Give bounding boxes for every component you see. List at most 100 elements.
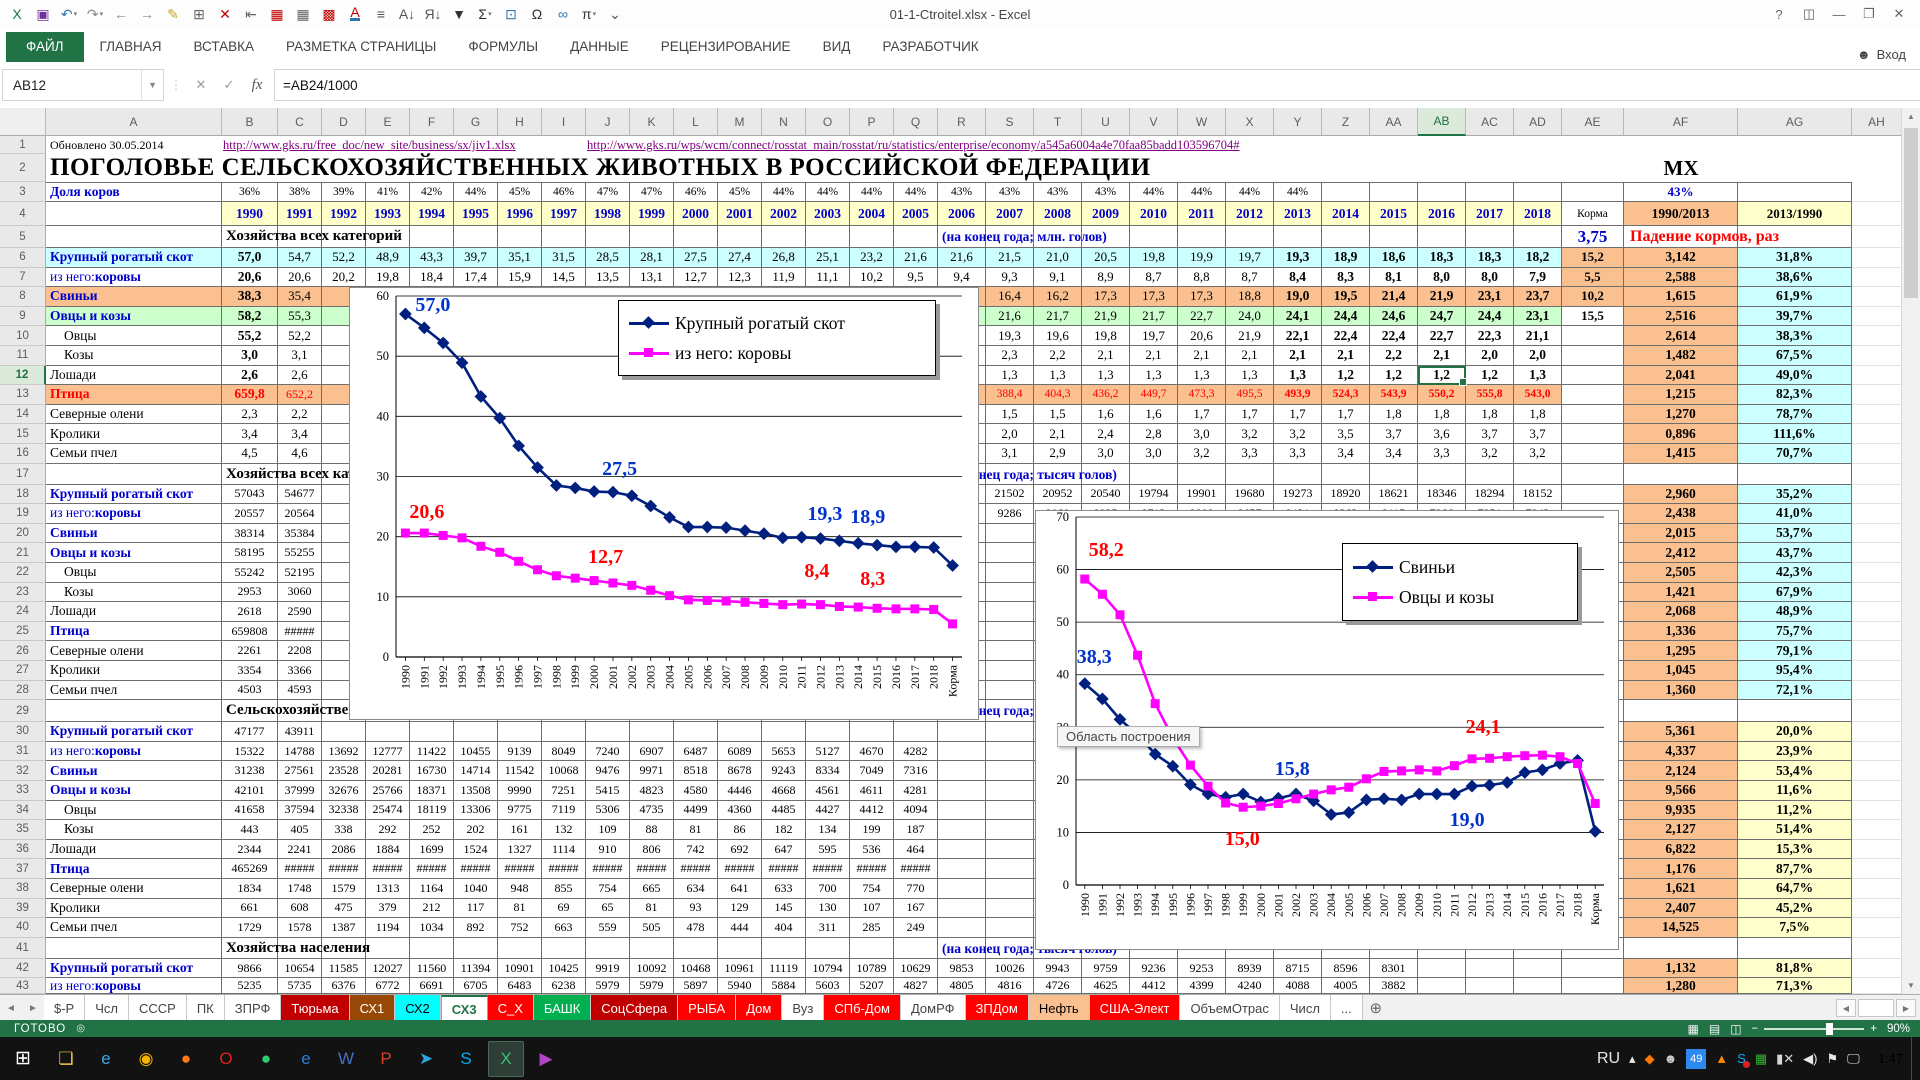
- cell[interactable]: 14714: [454, 761, 498, 781]
- cell[interactable]: 95,4%: [1738, 661, 1852, 681]
- cell[interactable]: 4805: [938, 978, 986, 994]
- cell[interactable]: 24,4: [1322, 307, 1370, 327]
- row-label[interactable]: Лошади: [46, 366, 222, 386]
- zoom-level[interactable]: 90%: [1887, 1023, 1910, 1035]
- cell[interactable]: 4485: [762, 801, 806, 821]
- row-label[interactable]: Свиньи: [46, 524, 222, 544]
- source-link-2[interactable]: http://www.gks.ru/wps/wcm/connect/rossta…: [587, 138, 1240, 153]
- cell[interactable]: 436,2: [1082, 385, 1130, 405]
- sheet-tab-БАШК[interactable]: БАШК: [534, 995, 591, 1021]
- cell[interactable]: 10,2: [1562, 287, 1624, 307]
- cell[interactable]: 9476: [586, 761, 630, 781]
- cell[interactable]: [1514, 182, 1562, 202]
- row-label[interactable]: Семьи пчел: [46, 918, 222, 938]
- cell[interactable]: 19,5: [1322, 287, 1370, 307]
- cell[interactable]: 10068: [542, 761, 586, 781]
- cell[interactable]: #####: [850, 859, 894, 879]
- cell[interactable]: 37594: [278, 801, 322, 821]
- cell[interactable]: 18,4: [410, 268, 454, 288]
- cell[interactable]: 2,407: [1624, 899, 1738, 919]
- cell[interactable]: [894, 226, 938, 248]
- cell[interactable]: 64,7%: [1738, 879, 1852, 899]
- cell[interactable]: 25474: [366, 801, 410, 821]
- cell[interactable]: 4281: [894, 781, 938, 801]
- cell[interactable]: 2,1: [1082, 346, 1130, 366]
- cell[interactable]: 75,7%: [1738, 622, 1852, 642]
- cell[interactable]: 134: [806, 820, 850, 840]
- explorer-icon[interactable]: ❏: [48, 1041, 84, 1077]
- cell[interactable]: 202: [454, 820, 498, 840]
- cell[interactable]: [938, 820, 986, 840]
- cell[interactable]: 4412: [850, 801, 894, 821]
- cell[interactable]: 1834: [222, 879, 278, 899]
- row-number-1[interactable]: 1: [0, 136, 46, 154]
- row-label[interactable]: Северные олени: [46, 641, 222, 661]
- cell[interactable]: 47%: [586, 182, 630, 202]
- year-header[interactable]: 2000: [674, 202, 718, 226]
- cell[interactable]: 72,1%: [1738, 681, 1852, 701]
- cell[interactable]: 2,1: [1418, 346, 1466, 366]
- row-label[interactable]: Овцы и козы: [46, 781, 222, 801]
- row-number-34[interactable]: 34: [0, 801, 46, 821]
- cell[interactable]: #####: [278, 859, 322, 879]
- cell[interactable]: 2,1: [1178, 346, 1226, 366]
- cell[interactable]: [1562, 444, 1624, 464]
- cell[interactable]: [1562, 346, 1624, 366]
- cell[interactable]: 161: [498, 820, 542, 840]
- cell[interactable]: 10092: [630, 959, 674, 979]
- cell[interactable]: [1852, 622, 1902, 642]
- cell[interactable]: 19680: [1226, 485, 1274, 505]
- cell[interactable]: [850, 722, 894, 742]
- calendar-49-icon[interactable]: 49: [1686, 1049, 1706, 1069]
- cell[interactable]: 770: [894, 879, 938, 899]
- cell[interactable]: 43%: [938, 182, 986, 202]
- cell[interactable]: 9,5: [894, 268, 938, 288]
- cell[interactable]: 10026: [986, 959, 1034, 979]
- cell[interactable]: 550,2: [1418, 385, 1466, 405]
- cell[interactable]: 1,8: [1370, 405, 1418, 425]
- cell[interactable]: 58,2: [222, 307, 278, 327]
- ribbon-tab-разметка страницы[interactable]: РАЗМЕТКА СТРАНИЦЫ: [270, 32, 452, 62]
- cell[interactable]: 2953: [222, 583, 278, 603]
- cell[interactable]: 11542: [498, 761, 542, 781]
- cell[interactable]: 633: [762, 879, 806, 899]
- cell[interactable]: [1274, 226, 1322, 248]
- cell[interactable]: [1274, 464, 1322, 485]
- cell[interactable]: 4240: [1226, 978, 1274, 994]
- year-header[interactable]: 2017: [1466, 202, 1514, 226]
- year-header[interactable]: 2002: [762, 202, 806, 226]
- year-header[interactable]: 1992: [322, 202, 366, 226]
- cell[interactable]: 9236: [1130, 959, 1178, 979]
- cell[interactable]: [986, 661, 1034, 681]
- cell[interactable]: 1034: [410, 918, 454, 938]
- cell[interactable]: [1466, 226, 1514, 248]
- cell[interactable]: #####: [762, 859, 806, 879]
- cell[interactable]: 88: [630, 820, 674, 840]
- cell[interactable]: 9,3: [986, 268, 1034, 288]
- cell[interactable]: 53,7%: [1738, 524, 1852, 544]
- cell[interactable]: 11119: [762, 959, 806, 979]
- cell[interactable]: 31,8%: [1738, 248, 1852, 268]
- cell[interactable]: 1,3: [986, 366, 1034, 386]
- cell[interactable]: 71,3%: [1738, 978, 1852, 994]
- cell[interactable]: 53,4%: [1738, 761, 1852, 781]
- cell[interactable]: 199: [850, 820, 894, 840]
- cell[interactable]: 11,9: [762, 268, 806, 288]
- sheet-tab-Тюрьма[interactable]: Тюрьма: [281, 995, 349, 1021]
- cell[interactable]: 4561: [806, 781, 850, 801]
- cell[interactable]: 11422: [410, 742, 454, 762]
- page-break-icon[interactable]: ◫: [1730, 1022, 1741, 1036]
- clear-table-icon[interactable]: ▩: [316, 3, 342, 25]
- row-number-16[interactable]: 16: [0, 444, 46, 464]
- cell[interactable]: 20,5: [1082, 248, 1130, 268]
- cell[interactable]: 9253: [1178, 959, 1226, 979]
- cell[interactable]: [1852, 405, 1902, 425]
- cell[interactable]: 443: [222, 820, 278, 840]
- cell[interactable]: 464: [894, 840, 938, 860]
- year-header[interactable]: 2013: [1274, 202, 1322, 226]
- cell[interactable]: 132: [542, 820, 586, 840]
- cell[interactable]: 1,7: [1322, 405, 1370, 425]
- column-header-U[interactable]: U: [1082, 108, 1130, 136]
- row-number-5[interactable]: 5: [0, 226, 46, 248]
- cell[interactable]: 10654: [278, 959, 322, 979]
